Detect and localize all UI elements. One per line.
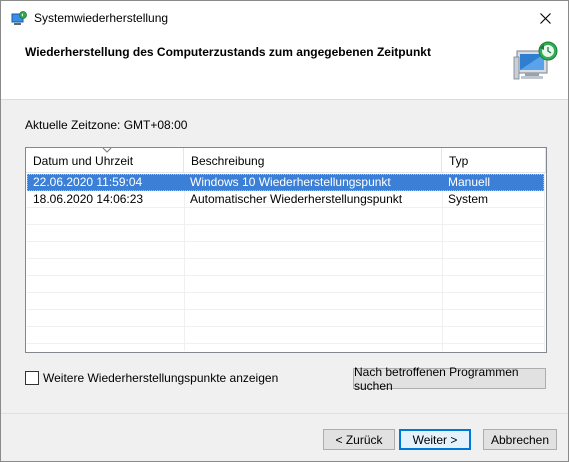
- cell-description: Automatischer Wiederherstellungspunkt: [190, 192, 403, 206]
- scan-affected-programs-button[interactable]: Nach betroffenen Programmen suchen: [353, 365, 546, 393]
- next-button[interactable]: Weiter >: [399, 429, 471, 450]
- close-icon: [539, 12, 551, 24]
- cell-type: System: [448, 192, 489, 206]
- cell-description: Windows 10 Wiederherstellungspunkt: [190, 175, 391, 189]
- system-restore-window: Systemwiederherstellung Wiederherstellun…: [0, 0, 569, 462]
- column-header-description[interactable]: Beschreibung: [184, 148, 442, 172]
- back-button[interactable]: < Zurück: [323, 429, 395, 450]
- cancel-button[interactable]: Abbrechen: [483, 429, 557, 450]
- grid-line: [27, 275, 544, 276]
- table-row[interactable]: 22.06.2020 11:59:04 Windows 10 Wiederher…: [27, 174, 544, 191]
- sort-descending-icon: [102, 148, 112, 153]
- column-header-date[interactable]: Datum und Uhrzeit: [26, 148, 184, 172]
- footer-divider: [1, 413, 568, 414]
- grid-line: [27, 309, 544, 310]
- window-title: Systemwiederherstellung: [34, 11, 169, 25]
- checkbox-label: Weitere Wiederherstellungspunkte anzeige…: [43, 371, 279, 385]
- grid-line: [27, 292, 544, 293]
- grid-line: [27, 326, 544, 327]
- grid-line: [27, 224, 544, 225]
- table-row[interactable]: 18.06.2020 14:06:23 Automatischer Wieder…: [27, 191, 544, 208]
- grid-line: [27, 258, 544, 259]
- show-more-restore-points[interactable]: Weitere Wiederherstellungspunkte anzeige…: [25, 370, 278, 386]
- wizard-header: Wiederherstellung des Computerzustands z…: [1, 35, 568, 100]
- show-more-checkbox[interactable]: [25, 371, 39, 385]
- close-button[interactable]: [522, 1, 568, 35]
- grid-line: [27, 343, 544, 344]
- title-bar: Systemwiederherstellung: [1, 1, 568, 35]
- cell-date: 22.06.2020 11:59:04: [33, 175, 143, 189]
- cell-type: Manuell: [448, 175, 491, 189]
- column-header-type[interactable]: Typ: [442, 148, 546, 172]
- cell-date: 18.06.2020 14:06:23: [33, 192, 144, 206]
- grid-line: [27, 241, 544, 242]
- page-title: Wiederherstellung des Computerzustands z…: [25, 45, 431, 59]
- restore-points-table[interactable]: Datum und Uhrzeit Beschreibung Typ 22.06…: [25, 147, 547, 353]
- grid-line: [544, 173, 545, 351]
- column-header-label: Datum und Uhrzeit: [33, 154, 134, 168]
- system-restore-icon: [11, 11, 27, 25]
- timezone-label: Aktuelle Zeitzone: GMT+08:00: [25, 118, 188, 132]
- column-header-label: Typ: [449, 154, 469, 168]
- table-header: Datum und Uhrzeit Beschreibung Typ: [26, 148, 546, 173]
- column-header-label: Beschreibung: [191, 154, 265, 168]
- computer-restore-icon: [513, 41, 558, 80]
